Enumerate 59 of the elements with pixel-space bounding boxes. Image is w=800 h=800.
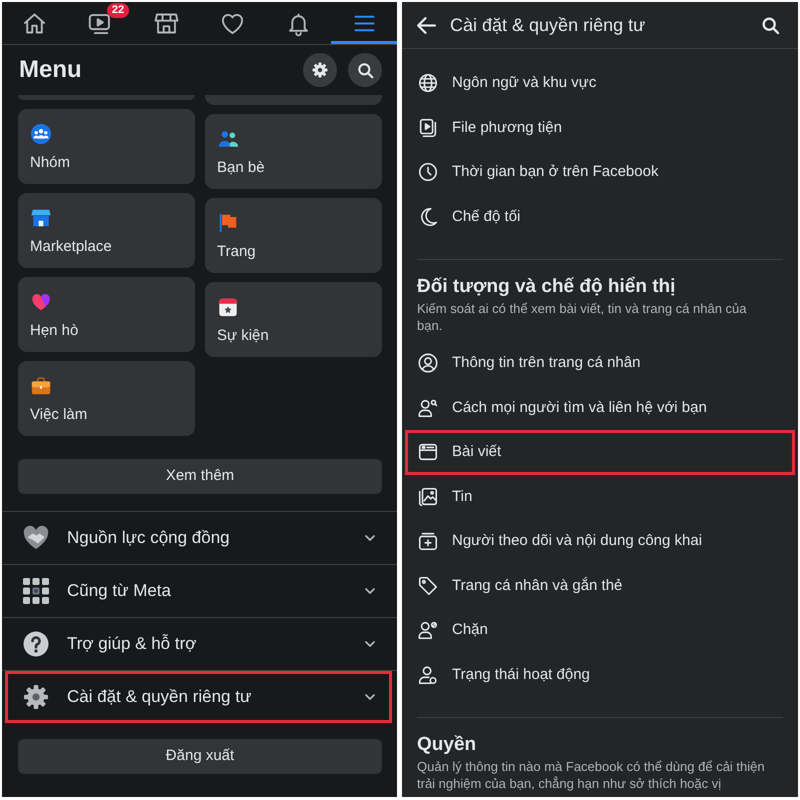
heart-hands-icon bbox=[22, 524, 50, 552]
settings-item[interactable]: File phương tiện bbox=[405, 106, 795, 150]
settings-item[interactable]: Thời gian bạn ở trên Facebook bbox=[405, 150, 795, 194]
person-status-icon bbox=[417, 664, 439, 686]
section-title: Quyền bbox=[416, 733, 478, 757]
friends-icon bbox=[217, 128, 239, 150]
shortcut-card[interactable]: Hẹn hò bbox=[18, 277, 195, 352]
settings-item[interactable]: Trạng thái hoạt động bbox=[405, 652, 795, 697]
search-button[interactable] bbox=[760, 14, 781, 36]
logout-button[interactable]: Đăng xuất bbox=[18, 739, 382, 774]
gear-icon bbox=[22, 683, 50, 711]
settings-button[interactable] bbox=[303, 53, 337, 87]
menu-section-row[interactable]: Nguồn lực cộng đồng bbox=[5, 512, 392, 564]
shortcut-card[interactable]: Trang bbox=[205, 198, 382, 273]
menu-section-row[interactable]: Cài đặt & quyền riêng tư bbox=[5, 671, 392, 723]
tag-icon bbox=[417, 574, 439, 597]
settings-item[interactable]: Tin bbox=[405, 474, 795, 519]
menu-title: Menu bbox=[19, 56, 82, 84]
gear-icon bbox=[310, 60, 330, 80]
group-icon bbox=[30, 123, 52, 145]
settings-item[interactable]: Người theo dõi và nội dung công khai bbox=[405, 519, 795, 564]
see-more-button[interactable]: Xem thêm bbox=[18, 459, 382, 494]
notification-badge: 22 bbox=[106, 3, 130, 18]
screen-title: Cài đặt & quyền riêng tư bbox=[450, 14, 646, 37]
settings-item[interactable]: Trang cá nhân và gắn thẻ bbox=[405, 564, 795, 608]
shop-icon bbox=[30, 207, 52, 229]
menu-section-row[interactable]: Cũng từ Meta bbox=[5, 565, 392, 617]
user-circle-icon bbox=[417, 352, 439, 374]
calendar-icon bbox=[217, 296, 239, 318]
section-description: Kiếm soát ai có thể xem bài viết, tin và trang cá nhân của bạn. bbox=[416, 300, 748, 334]
settings-item[interactable]: Chế độ tối bbox=[405, 194, 795, 239]
media-file-icon bbox=[417, 116, 439, 139]
clock-icon bbox=[417, 161, 439, 184]
plus-box-icon bbox=[417, 530, 439, 552]
settings-item[interactable]: Cách mọi người tìm và liên hệ với bạn bbox=[405, 386, 795, 430]
heart-icon bbox=[30, 291, 52, 313]
search-icon bbox=[760, 14, 781, 36]
settings-item[interactable]: Bài viết bbox=[405, 430, 795, 474]
shortcut-card[interactable]: Bạn bè bbox=[205, 114, 382, 189]
shortcut-card[interactable]: Marketplace bbox=[18, 193, 195, 268]
person-block-icon bbox=[417, 619, 439, 642]
shortcut-card[interactable]: Nhóm bbox=[18, 109, 195, 184]
nav-tab[interactable]: 22 bbox=[68, 2, 134, 44]
image-icon bbox=[417, 486, 439, 508]
section-description: Quản lý thông tin nào mà Facebook có thể dùng để cải thiện trải nghiệm của bạn, chẳng hạn như sở thích hoặc vị bbox=[416, 758, 766, 792]
flag-icon bbox=[217, 212, 239, 234]
shortcut-card[interactable]: Việc làm bbox=[18, 361, 195, 436]
search-button[interactable] bbox=[348, 53, 382, 87]
settings-item[interactable]: Chặn bbox=[405, 608, 795, 652]
menu-section-row[interactable]: Trợ giúp & hỗ trợ bbox=[5, 618, 392, 670]
shortcut-card[interactable]: Sự kiện bbox=[205, 282, 382, 357]
help-icon bbox=[22, 630, 50, 658]
settings-item[interactable]: Thông tin trên trang cá nhân bbox=[405, 341, 795, 386]
briefcase-icon bbox=[30, 375, 52, 397]
settings-item[interactable]: Ngôn ngữ và khu vực bbox=[405, 61, 795, 106]
search-icon bbox=[356, 60, 374, 80]
section-title: Đối tượng và chế độ hiển thị bbox=[416, 275, 676, 299]
globe-icon bbox=[417, 72, 439, 94]
grid-icon bbox=[22, 577, 50, 605]
